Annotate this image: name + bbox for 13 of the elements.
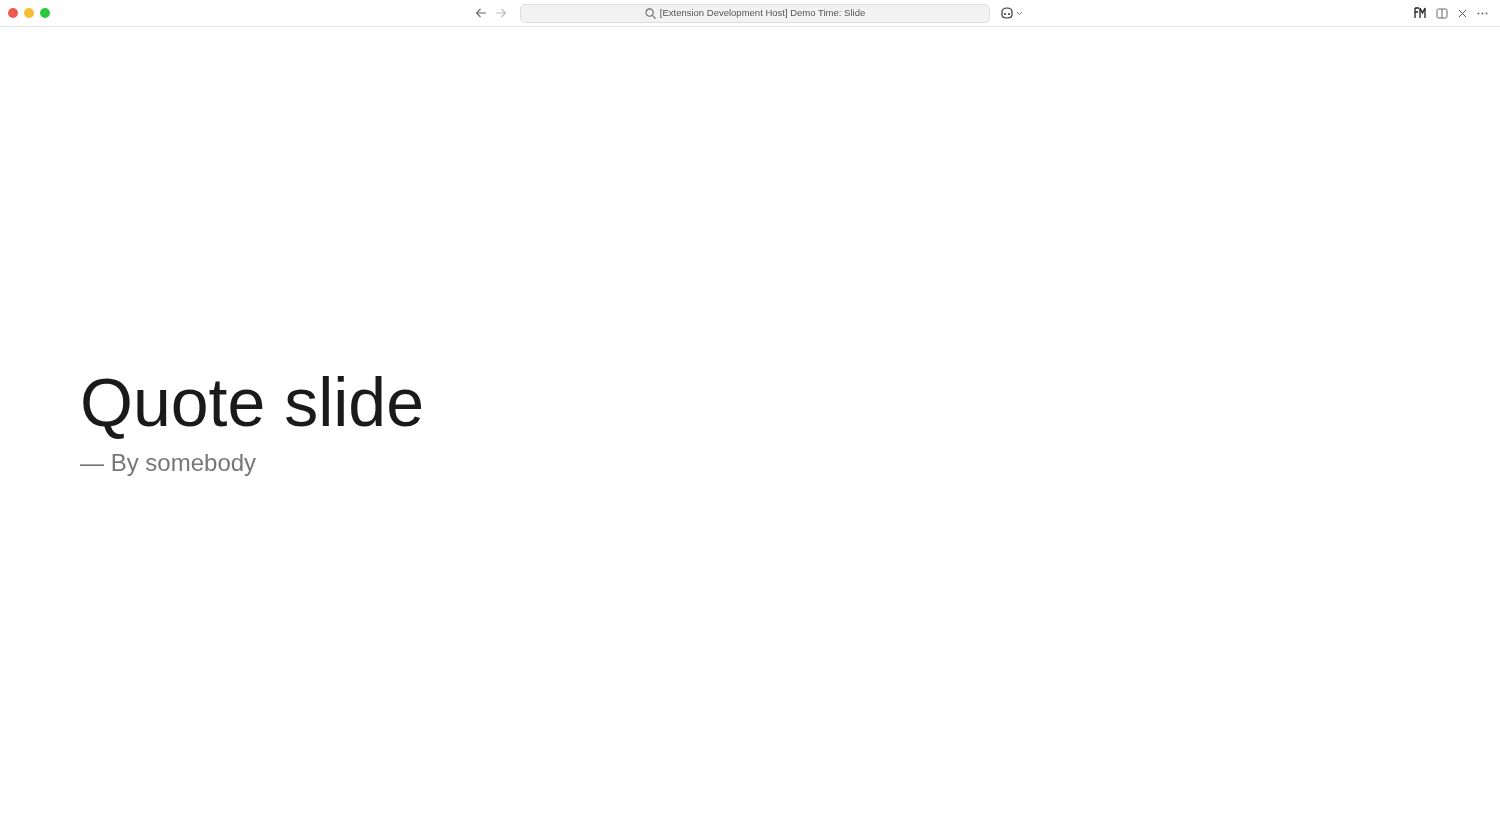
copilot-icon[interactable] bbox=[1000, 7, 1014, 19]
maximize-window-button[interactable] bbox=[40, 8, 50, 18]
extension-icon[interactable] bbox=[1414, 7, 1426, 19]
back-arrow-icon[interactable] bbox=[475, 7, 487, 19]
slide-quote: Quote slide bbox=[80, 363, 424, 442]
more-icon[interactable] bbox=[1477, 11, 1488, 15]
caret-icon[interactable] bbox=[1016, 10, 1023, 16]
close-icon[interactable] bbox=[1458, 8, 1467, 18]
search-icon bbox=[644, 7, 656, 19]
close-window-button[interactable] bbox=[8, 8, 18, 18]
slide-author: — By somebody bbox=[80, 448, 257, 478]
command-center-field[interactable]: [Extension Development Host] Demo Time: Slide bbox=[520, 3, 990, 23]
split-editor-icon[interactable] bbox=[1436, 7, 1448, 19]
